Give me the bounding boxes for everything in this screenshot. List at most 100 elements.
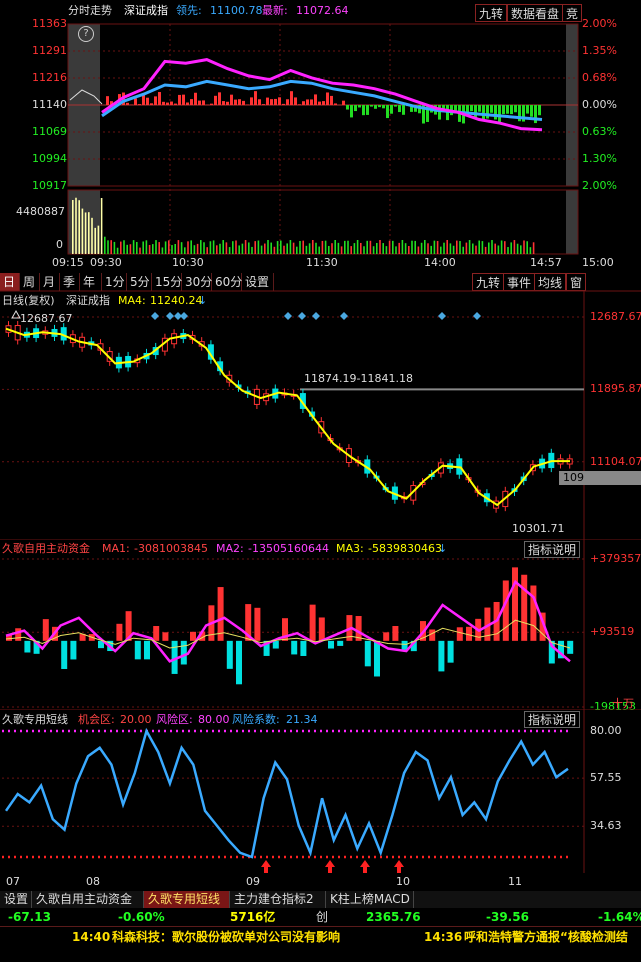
volume-bar — [340, 246, 343, 254]
spread-bar — [282, 103, 285, 105]
footer-blank — [0, 946, 641, 962]
volume-bar — [494, 243, 496, 254]
question-icon[interactable]: ? — [78, 26, 94, 42]
volume-bar — [305, 245, 308, 254]
flow-bar — [512, 567, 518, 641]
volume-bar — [200, 240, 202, 254]
bottom-tab-3[interactable]: 主力建仓指标2 — [230, 891, 326, 908]
flow-bar — [374, 640, 380, 677]
volume-bar — [376, 242, 378, 254]
kline-range-label: 11874.19-11841.18 — [304, 372, 413, 385]
spread-bar — [502, 105, 505, 115]
kline-y-label: 12687.67 — [590, 310, 641, 323]
diamond-icon — [340, 312, 348, 320]
volume-bar — [331, 243, 333, 254]
latest-line — [101, 58, 543, 132]
flow-bar — [328, 640, 334, 649]
volume-bar — [177, 240, 180, 254]
intraday-y-label: 11216 — [32, 71, 67, 84]
spread-bar — [142, 94, 145, 105]
news-text-1[interactable]: 科森科技：歌尔股份被砍单对公司没有影响 — [112, 928, 340, 946]
flow-bar — [291, 640, 298, 655]
volume-bar — [395, 246, 397, 254]
volume-bar — [225, 242, 228, 254]
diamond-icon — [284, 312, 292, 320]
spread-bar — [382, 105, 385, 109]
volume-bar — [283, 245, 285, 254]
volume-bar — [84, 212, 87, 254]
volume-bar — [523, 240, 525, 254]
volume-bar — [152, 244, 154, 254]
volume-bar — [408, 246, 410, 254]
bottom-tabs: 设置 久歌自用主动资金 久歌专用短线 主力建仓指标2 K柱上榜MACD — [0, 891, 641, 908]
flow-bar — [447, 640, 454, 663]
kline-cursor-value: 109 — [559, 471, 641, 485]
spread-bar — [178, 94, 181, 105]
volume-bar — [142, 241, 144, 254]
flow-bar — [383, 632, 390, 641]
volume-bar — [228, 247, 231, 254]
volume-bar — [318, 246, 320, 254]
spread-bar — [374, 105, 377, 109]
volume-bar — [404, 243, 407, 254]
market-sep: 创 — [316, 910, 329, 924]
flow-bar — [254, 607, 261, 641]
spread-bar — [354, 105, 357, 112]
volume-bar — [411, 240, 413, 254]
volume-bar — [296, 246, 298, 254]
intraday-panel: 分时走势 深证成指 领先: 11100.78 最新: 11072.64 九转 数… — [0, 0, 641, 270]
intraday-y-label: 11363 — [32, 17, 67, 30]
bottom-tab-0[interactable]: 设置 — [0, 891, 32, 908]
flow-bar — [429, 629, 436, 641]
volume-bar — [206, 247, 208, 254]
kline-low-label: 10301.71 — [512, 522, 565, 535]
volume-bar — [248, 242, 250, 254]
volume-bar — [155, 240, 157, 254]
index-change: -67.13 — [8, 910, 51, 924]
spread-bar — [346, 105, 349, 110]
diamond-icon — [166, 312, 174, 320]
spread-bar — [198, 100, 201, 105]
short-y-label: 34.63 — [590, 819, 622, 833]
spread-bar — [298, 104, 301, 105]
bottom-tab-2[interactable]: 久歌专用短线 — [144, 891, 230, 908]
volume-bar — [321, 240, 324, 254]
volume-bar — [251, 246, 253, 254]
volume-bar — [446, 240, 448, 254]
kline-y-label: 11104.07 — [590, 454, 641, 468]
volume-bar — [360, 242, 362, 254]
volume-bar — [88, 212, 90, 254]
volume-bar — [120, 241, 122, 254]
volume-bar — [184, 247, 186, 254]
diamond-icon — [438, 312, 446, 320]
volume-bar — [276, 241, 279, 254]
fund-y-label: +379357 — [590, 552, 641, 565]
spread-bar — [334, 103, 337, 105]
spread-bar — [138, 104, 141, 105]
intraday-pct-label: 0.63% — [582, 125, 617, 138]
volume-bar — [478, 240, 480, 254]
flow-bar — [190, 631, 196, 641]
volume-bar — [81, 208, 84, 254]
volume-bar — [302, 240, 304, 254]
intraday-pct-label: 2.00% — [582, 179, 617, 192]
flow-bar — [300, 640, 307, 656]
volume-bar — [472, 243, 474, 254]
spread-bar — [278, 97, 281, 105]
bottom-tab-1[interactable]: 久歌自用主动资金 — [32, 891, 144, 908]
spread-bar — [402, 105, 405, 115]
spread-bar — [514, 105, 517, 113]
volume-bar — [443, 242, 445, 254]
volume-bar — [113, 241, 116, 254]
bottom-tab-4[interactable]: K柱上榜MACD — [326, 891, 414, 908]
volume-bar — [350, 246, 352, 254]
diamond-icon — [473, 312, 481, 320]
volume-bar — [497, 245, 500, 254]
volume-bar — [171, 245, 173, 254]
volume-bar — [289, 240, 292, 254]
news-text-2[interactable]: 呼和浩特警方通报“核酸检测结 — [464, 928, 628, 946]
spread-bar — [266, 97, 269, 105]
volume-bar — [347, 240, 349, 254]
news-ticker[interactable]: 14:40 科森科技：歌尔股份被砍单对公司没有影响 14:36 呼和浩特警方通报… — [0, 926, 641, 947]
volume-bar — [308, 243, 311, 254]
